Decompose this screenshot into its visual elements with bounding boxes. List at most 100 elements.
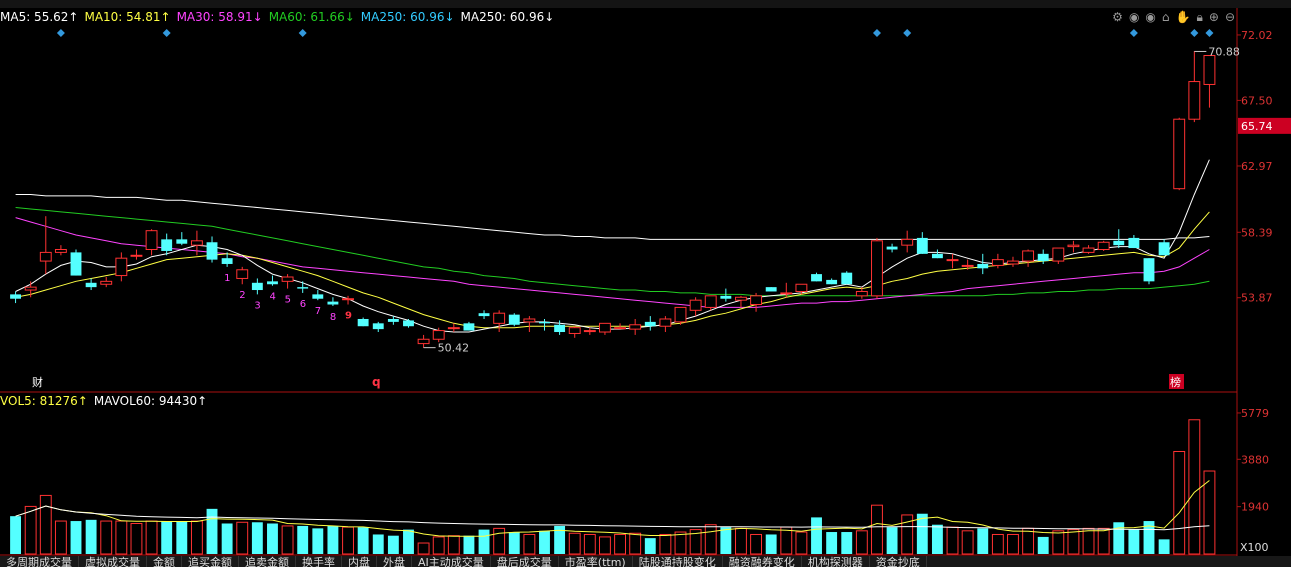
indicator-tab[interactable]: 外盘 xyxy=(377,556,412,567)
candle-body xyxy=(614,327,626,330)
candle-body xyxy=(281,276,294,282)
candle xyxy=(70,249,82,276)
candle xyxy=(10,291,21,304)
volume-bar xyxy=(1052,530,1065,555)
candle-body xyxy=(780,292,793,295)
candle-body xyxy=(704,295,717,308)
indicator-tab[interactable]: 融资融券变化 xyxy=(723,556,802,567)
volume-bar xyxy=(312,528,324,554)
volume-bar xyxy=(1007,533,1019,555)
indicator-tab[interactable]: 内盘 xyxy=(342,556,377,567)
candle-body xyxy=(644,321,656,327)
volume-bar xyxy=(1082,527,1095,555)
volume-bar xyxy=(811,517,822,554)
volume-bar xyxy=(931,524,943,554)
candle xyxy=(659,316,672,333)
event-marker-icon xyxy=(1190,29,1199,37)
candle xyxy=(704,295,717,311)
volume-bar xyxy=(357,527,369,554)
candle-body xyxy=(236,269,249,279)
candle-body xyxy=(1113,240,1125,246)
candle-body xyxy=(493,312,506,324)
candle xyxy=(297,281,309,293)
volume-bar xyxy=(780,526,793,555)
volume-bar xyxy=(493,527,506,555)
indicator-tab[interactable]: 资金抄底 xyxy=(870,556,927,567)
volume-bar xyxy=(251,522,263,554)
vol-tick-label: 5779 xyxy=(1241,407,1269,420)
candle xyxy=(417,334,430,348)
candle xyxy=(1128,235,1140,249)
indicator-tab[interactable]: 机构探测器 xyxy=(802,556,870,567)
low-label: 50.42 xyxy=(438,342,470,355)
volume-bar xyxy=(206,508,218,554)
volume-bar xyxy=(629,532,642,555)
volume-bar xyxy=(795,531,808,555)
volume-bar xyxy=(1097,527,1110,555)
candle xyxy=(236,266,249,285)
volume-bar xyxy=(432,536,445,555)
volume-bar xyxy=(1173,450,1186,555)
candle-body xyxy=(251,282,263,291)
candle-body xyxy=(901,238,914,246)
candle-body xyxy=(1173,118,1186,190)
candle xyxy=(478,310,490,319)
volume-bar xyxy=(236,521,249,555)
candle xyxy=(1067,240,1080,253)
candle-body xyxy=(886,246,898,250)
candle-body xyxy=(1037,253,1049,262)
candle xyxy=(644,316,656,331)
indicator-tab[interactable]: 盘后成交量 xyxy=(491,556,559,567)
candle xyxy=(1173,117,1186,191)
volume-bar xyxy=(508,532,520,554)
vol-tick-label: 1940 xyxy=(1241,501,1269,514)
candle xyxy=(946,253,959,269)
volume-bar xyxy=(946,526,959,555)
indicator-tab[interactable]: 换手率 xyxy=(296,556,342,567)
candle xyxy=(750,292,763,312)
candle xyxy=(539,318,550,331)
candle xyxy=(1082,245,1095,254)
candle-body xyxy=(539,321,550,324)
indicator-tab[interactable]: 多周期成交量 xyxy=(0,556,79,567)
indicator-tab[interactable]: 追卖金额 xyxy=(239,556,296,567)
candle-body xyxy=(145,230,158,250)
volume-bar xyxy=(115,520,128,555)
volume-bar xyxy=(991,533,1004,555)
candle-body xyxy=(1052,247,1065,262)
td-count-label: 9 xyxy=(345,311,352,322)
candle-body xyxy=(977,263,989,269)
candle-body xyxy=(916,237,928,254)
candle xyxy=(1143,258,1155,285)
indicator-tab[interactable]: 追买金额 xyxy=(182,556,239,567)
candle-body xyxy=(583,330,596,333)
indicator-tab[interactable]: AI主动成交量 xyxy=(412,556,491,567)
candle-body xyxy=(1128,237,1140,249)
price-tick-label: 67.50 xyxy=(1241,94,1273,107)
candle xyxy=(886,243,898,253)
td-count-label: 6 xyxy=(300,299,306,310)
candle-body xyxy=(100,280,113,285)
candle-body xyxy=(176,239,188,244)
td-count-label: 7 xyxy=(315,306,321,317)
candles-layer xyxy=(10,51,1216,348)
candle-body xyxy=(85,282,97,288)
candle-body xyxy=(735,296,747,301)
candle-body xyxy=(161,239,173,251)
indicator-tab[interactable]: 陆股通持股变化 xyxy=(633,556,723,567)
candle xyxy=(267,275,278,286)
candle xyxy=(85,278,97,291)
indicator-tab[interactable]: 虚拟成交量 xyxy=(79,556,147,567)
event-marker-icon xyxy=(298,29,307,37)
volume-bar xyxy=(886,527,898,554)
volume-bar xyxy=(1022,527,1035,555)
kline-chart[interactable]: 72.0267.5062.9758.3953.8765.745779388019… xyxy=(0,0,1291,567)
volume-bar xyxy=(735,527,747,555)
candle-body xyxy=(659,318,672,327)
indicator-tab[interactable]: 金额 xyxy=(147,556,182,567)
candle xyxy=(1203,55,1216,108)
volume-bar xyxy=(24,505,37,555)
high-label: 70.88 xyxy=(1208,45,1240,58)
indicator-tab[interactable]: 市盈率(ttm) xyxy=(559,556,633,567)
candle xyxy=(826,278,838,285)
